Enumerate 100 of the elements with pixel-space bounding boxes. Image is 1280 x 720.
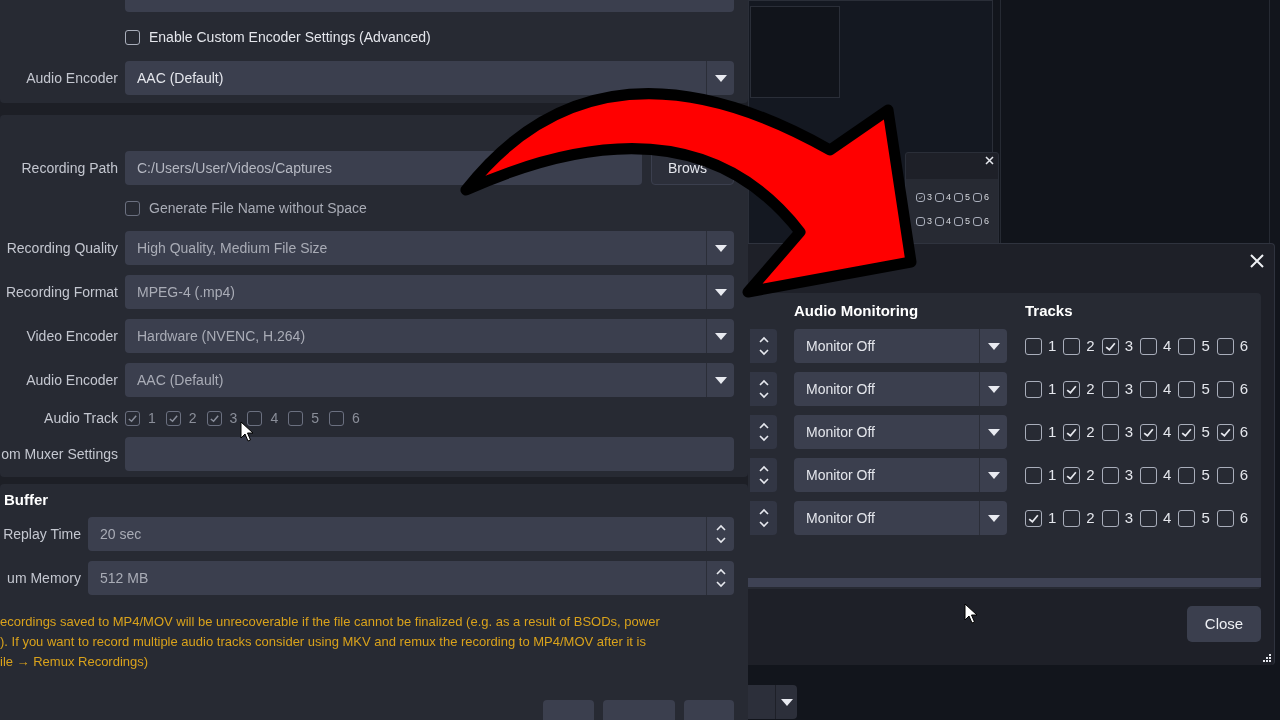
field-label: Recording Path [21, 158, 118, 178]
track-number: 4 [270, 408, 279, 428]
spin-button[interactable] [750, 329, 777, 363]
spin-arrows-icon[interactable] [714, 567, 727, 589]
checkbox[interactable] [1140, 509, 1158, 527]
track-number: 3 [1124, 378, 1134, 399]
spin-arrows-icon[interactable] [757, 335, 770, 357]
track-number: 6 [1239, 507, 1249, 528]
checkbox[interactable] [1025, 337, 1042, 355]
close-icon[interactable] [1250, 254, 1264, 268]
checkbox[interactable] [1101, 337, 1119, 355]
dropdown[interactable]: Monitor Off [794, 458, 1007, 492]
checkbox[interactable] [1216, 380, 1234, 398]
checkbox[interactable] [1025, 423, 1042, 441]
input-field[interactable] [125, 0, 734, 12]
resize-grip-icon[interactable] [1263, 654, 1272, 663]
checkbox[interactable] [1140, 423, 1158, 441]
checkbox[interactable] [1178, 466, 1196, 484]
track-number: 5 [1201, 507, 1210, 528]
spin-arrows-icon[interactable] [757, 421, 770, 443]
field-label: Audio Track [44, 408, 118, 428]
spin-button[interactable] [750, 501, 777, 535]
spin-box[interactable]: 512 MB [88, 561, 734, 595]
checkbox[interactable] [954, 193, 964, 203]
track-number: 5 [1201, 421, 1210, 442]
checkbox[interactable] [1025, 466, 1042, 484]
checkbox[interactable] [1178, 337, 1196, 355]
checkbox[interactable] [935, 193, 944, 203]
spin-button[interactable] [750, 372, 777, 406]
checkbox[interactable] [1063, 380, 1081, 398]
track-number: 5 [965, 214, 971, 228]
checkbox[interactable] [1216, 337, 1234, 355]
checkbox[interactable] [973, 216, 983, 226]
dropdown[interactable]: High Quality, Medium File Size [125, 231, 734, 265]
checkbox[interactable] [125, 201, 140, 216]
checkbox[interactable] [1140, 337, 1158, 355]
input-field[interactable] [125, 437, 734, 471]
dropdown[interactable]: AAC (Default) [125, 61, 734, 95]
checkbox[interactable] [1178, 380, 1196, 398]
caret-icon [714, 376, 727, 384]
checkbox[interactable] [954, 216, 964, 226]
caret-icon [987, 514, 1000, 522]
track-number: 3 [1124, 464, 1134, 485]
close-button[interactable]: Close [1187, 606, 1261, 642]
dropdown[interactable]: Hardware (NVENC, H.264) [125, 319, 734, 353]
caret-icon [714, 288, 727, 296]
spin-button[interactable] [750, 415, 777, 449]
checkbox[interactable] [125, 30, 140, 45]
spin-arrows-icon[interactable] [714, 523, 727, 545]
dropdown[interactable]: Monitor Off [794, 372, 1007, 406]
checkbox[interactable] [1140, 466, 1158, 484]
track-number: 1 [1048, 507, 1057, 528]
checkbox[interactable] [1178, 509, 1196, 527]
spin-box[interactable]: 20 sec [88, 517, 734, 551]
spin-arrows-icon[interactable] [757, 507, 770, 529]
column-header: Tracks [1025, 300, 1073, 321]
checkbox[interactable] [1063, 509, 1081, 527]
checkbox[interactable] [916, 216, 925, 226]
checkbox[interactable] [1063, 466, 1081, 484]
field-label: Recording Format [5, 282, 118, 302]
checkbox[interactable] [1101, 380, 1119, 398]
checkbox[interactable] [1025, 509, 1042, 527]
field-label: um Memory [7, 568, 81, 588]
caret-icon [987, 471, 1000, 479]
checkbox[interactable] [1063, 337, 1081, 355]
dropdown[interactable]: MPEG-4 (.mp4) [125, 275, 734, 309]
warning-text: ile → Remux Recordings) [0, 653, 150, 671]
checkbox[interactable] [1101, 423, 1119, 441]
track-number: 6 [352, 408, 360, 428]
checkbox[interactable] [1101, 466, 1119, 484]
field-label: om Muxer Settings [1, 444, 118, 464]
track-number: 4 [1163, 464, 1172, 485]
cursor-icon [964, 603, 978, 625]
dropdown[interactable]: Monitor Off [794, 501, 1007, 535]
checkbox[interactable] [1140, 380, 1158, 398]
checkbox[interactable] [1216, 423, 1234, 441]
checkbox[interactable] [916, 193, 925, 203]
checkbox[interactable] [1063, 423, 1081, 441]
spin-arrows-icon[interactable] [757, 464, 770, 486]
track-number: 1 [1048, 421, 1057, 442]
track-number: 1 [1048, 335, 1057, 356]
track-number: 5 [1201, 464, 1210, 485]
track-number: 3 [927, 214, 932, 228]
dropdown[interactable]: AAC (Default) [125, 363, 734, 397]
checkbox[interactable] [1178, 423, 1196, 441]
scrollbar[interactable] [748, 578, 1261, 587]
spin-arrows-icon[interactable] [757, 378, 770, 400]
dropdown[interactable]: Monitor Off [794, 415, 1007, 449]
checkbox[interactable] [1025, 380, 1042, 398]
check-icon [918, 195, 923, 201]
checkbox[interactable] [1101, 509, 1119, 527]
checkbox[interactable] [1216, 466, 1234, 484]
checkbox[interactable] [935, 216, 944, 226]
spin-button[interactable] [750, 458, 777, 492]
checkbox[interactable] [973, 193, 983, 203]
dropdown[interactable]: Monitor Off [794, 329, 1007, 363]
dropdown[interactable] [748, 685, 797, 719]
close-icon[interactable] [985, 156, 994, 165]
track-number: 4 [946, 191, 952, 204]
checkbox[interactable] [1216, 509, 1234, 527]
